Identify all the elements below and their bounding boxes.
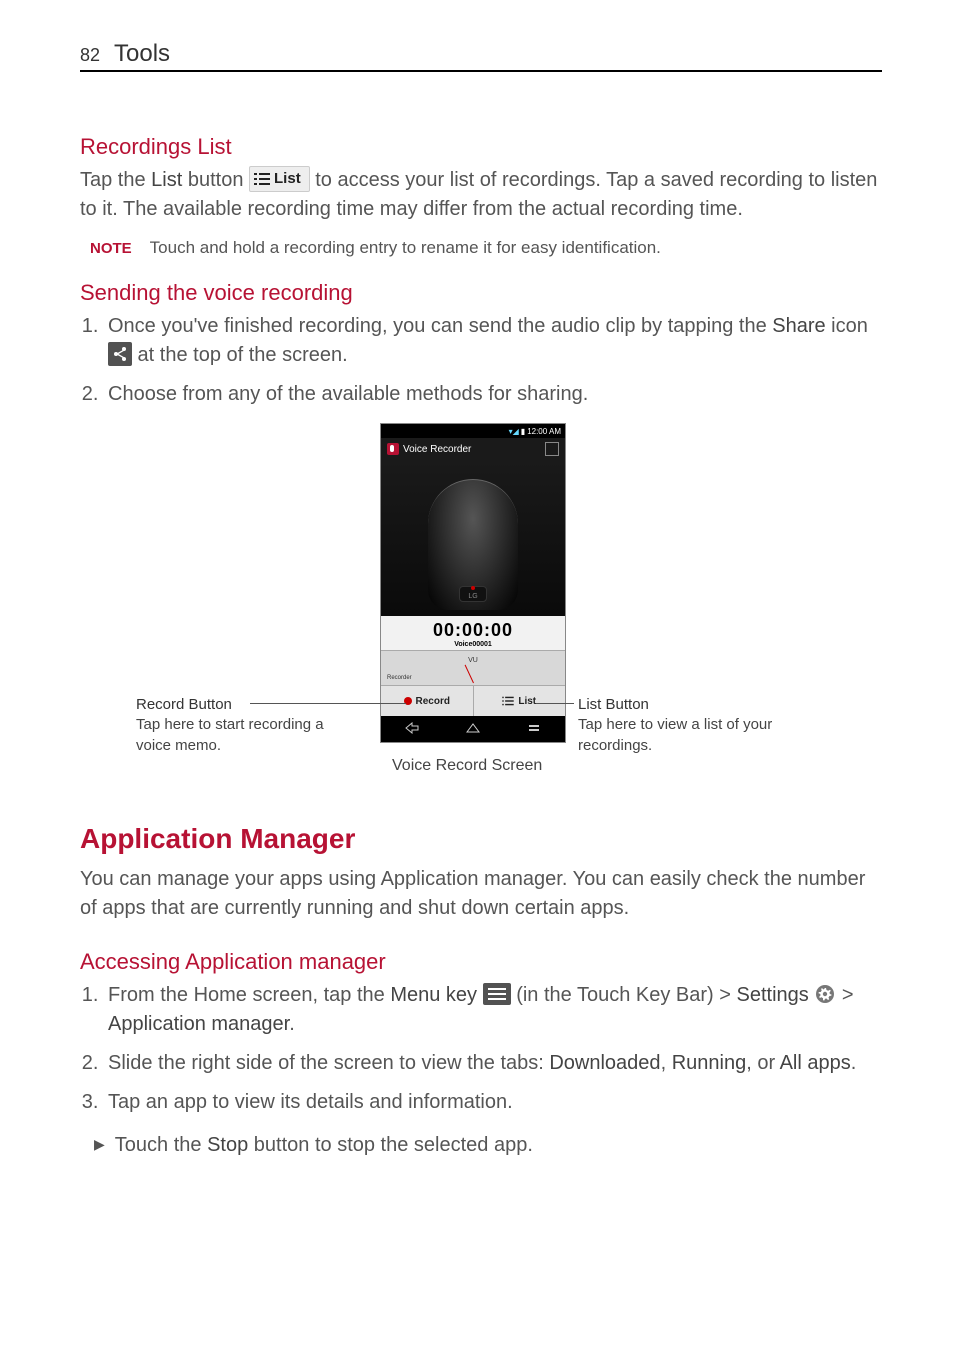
step-2: Choose from any of the available methods…: [104, 380, 882, 409]
page-header: 82 Tools: [80, 40, 882, 72]
menu-key-icon: [483, 983, 511, 1005]
access-step-1: From the Home screen, tap the Menu key (…: [104, 981, 882, 1039]
page-number: 82: [80, 45, 100, 66]
sending-steps: Once you've finished recording, you can …: [80, 312, 882, 409]
mic-brand: LG: [468, 593, 477, 600]
app-title: Voice Recorder: [403, 444, 471, 455]
accessing-steps: From the Home screen, tap the Menu key (…: [80, 981, 882, 1117]
list-button-callout: List Button Tap here to view a list of y…: [578, 695, 798, 756]
note: NOTE Touch and hold a recording entry to…: [90, 238, 882, 258]
vu-meter: VU Recorder: [381, 650, 565, 685]
stop-app-bullet: ▶ Touch the Stop button to stop the sele…: [94, 1131, 882, 1160]
phone-screenshot: ▾◢ ▮ 12:00 AM Voice Recorder LG 00:00:00: [380, 423, 566, 743]
note-label: NOTE: [90, 238, 132, 257]
nav-bar: [381, 716, 565, 742]
recorder-app-icon: [387, 443, 399, 455]
recording-dot-icon: [471, 586, 475, 590]
bullet-arrow-icon: ▶: [94, 1131, 105, 1160]
record-button[interactable]: Record: [381, 686, 474, 716]
record-button-callout: Record Button Tap here to start recordin…: [136, 695, 356, 756]
timer: 00:00:00: [381, 620, 565, 641]
home-icon[interactable]: [465, 722, 481, 737]
recordings-list-paragraph: Tap the List button List to access your …: [80, 166, 882, 224]
step-1: Once you've finished recording, you can …: [104, 312, 882, 370]
list-word: List: [151, 169, 182, 191]
share-word: Share: [772, 315, 825, 337]
share-icon: [108, 342, 132, 366]
voice-recorder-figure: ▾◢ ▮ 12:00 AM Voice Recorder LG 00:00:00: [80, 423, 882, 793]
application-manager-heading: Application Manager: [80, 823, 882, 855]
signal-icon: ▾◢: [509, 427, 519, 436]
access-step-3: Tap an app to view its details and infor…: [104, 1088, 882, 1117]
list-button-icon: List: [249, 166, 310, 192]
header-title: Tools: [114, 40, 170, 72]
save-icon[interactable]: [545, 442, 559, 456]
access-step-2: Slide the right side of the screen to vi…: [104, 1049, 882, 1078]
section-recordings-list-title: Recordings List: [80, 134, 882, 160]
accessing-app-manager-title: Accessing Application manager: [80, 949, 882, 975]
back-icon[interactable]: [404, 722, 420, 737]
app-manager-intro: You can manage your apps using Applicati…: [80, 865, 882, 923]
timer-area: 00:00:00 Voice00001: [381, 616, 565, 650]
recent-icon[interactable]: [526, 722, 542, 737]
section-sending-title: Sending the voice recording: [80, 280, 882, 306]
microphone-graphic: LG: [381, 460, 565, 616]
app-bar: Voice Recorder: [381, 438, 565, 460]
timer-filename: Voice00001: [381, 641, 565, 648]
figure-caption: Voice Record Screen: [392, 757, 542, 775]
note-text: Touch and hold a recording entry to rena…: [150, 238, 661, 258]
list-button[interactable]: List: [474, 686, 566, 716]
status-bar: ▾◢ ▮ 12:00 AM: [381, 424, 565, 438]
status-time: 12:00 AM: [527, 427, 561, 436]
settings-gear-icon: [814, 983, 836, 1005]
battery-icon: ▮: [521, 427, 525, 436]
